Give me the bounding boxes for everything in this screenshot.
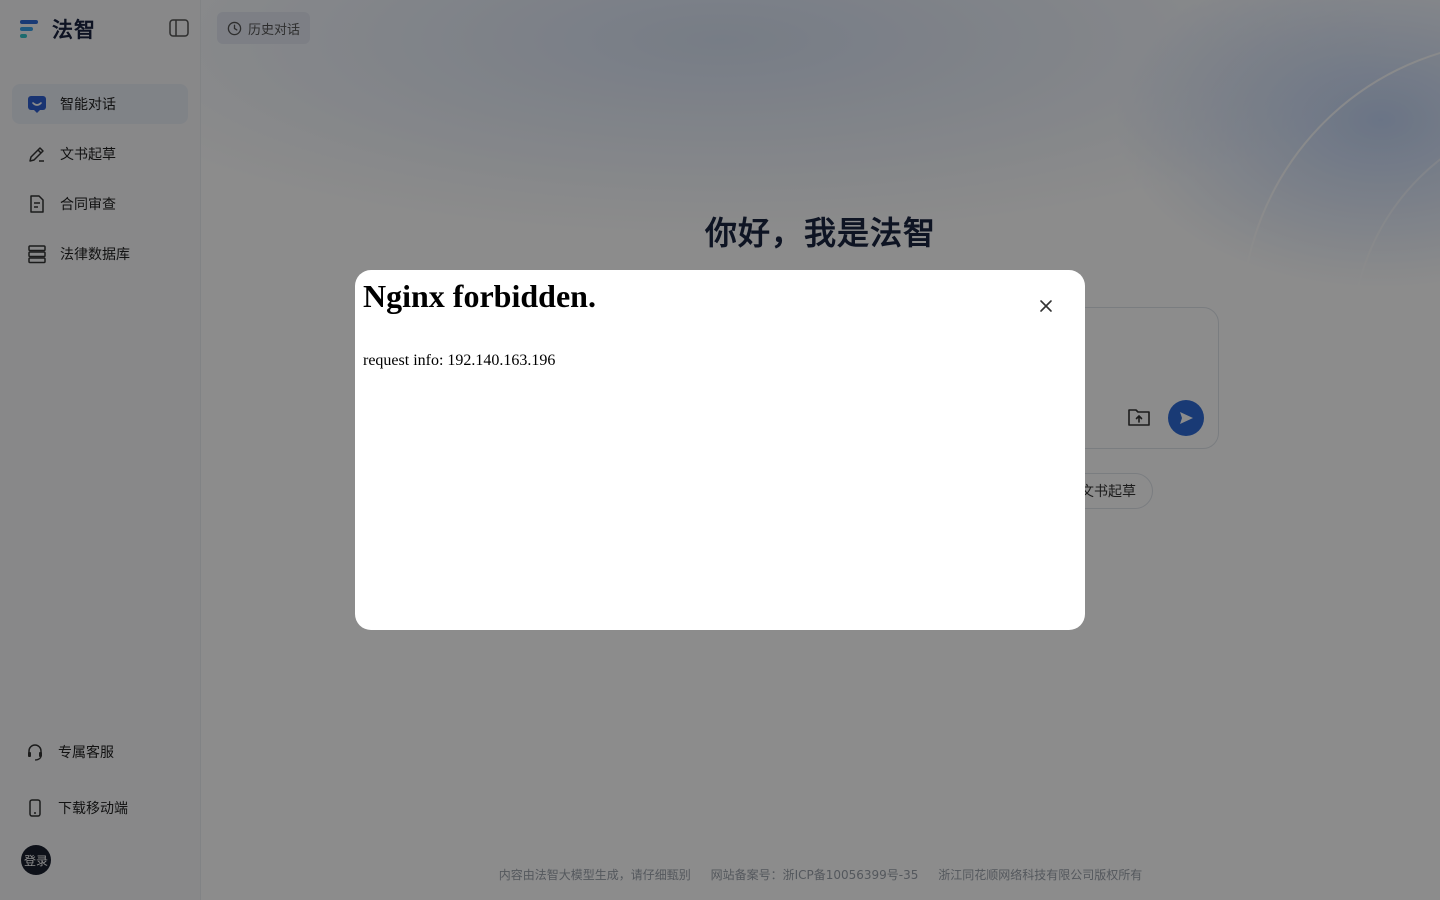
error-info: request info: 192.140.163.196 [363, 352, 556, 369]
close-icon [1040, 300, 1052, 312]
close-dialog-button[interactable] [1035, 295, 1057, 317]
error-title: Nginx forbidden. [363, 278, 596, 314]
error-dialog: Nginx forbidden. request info: 192.140.1… [355, 270, 1085, 630]
